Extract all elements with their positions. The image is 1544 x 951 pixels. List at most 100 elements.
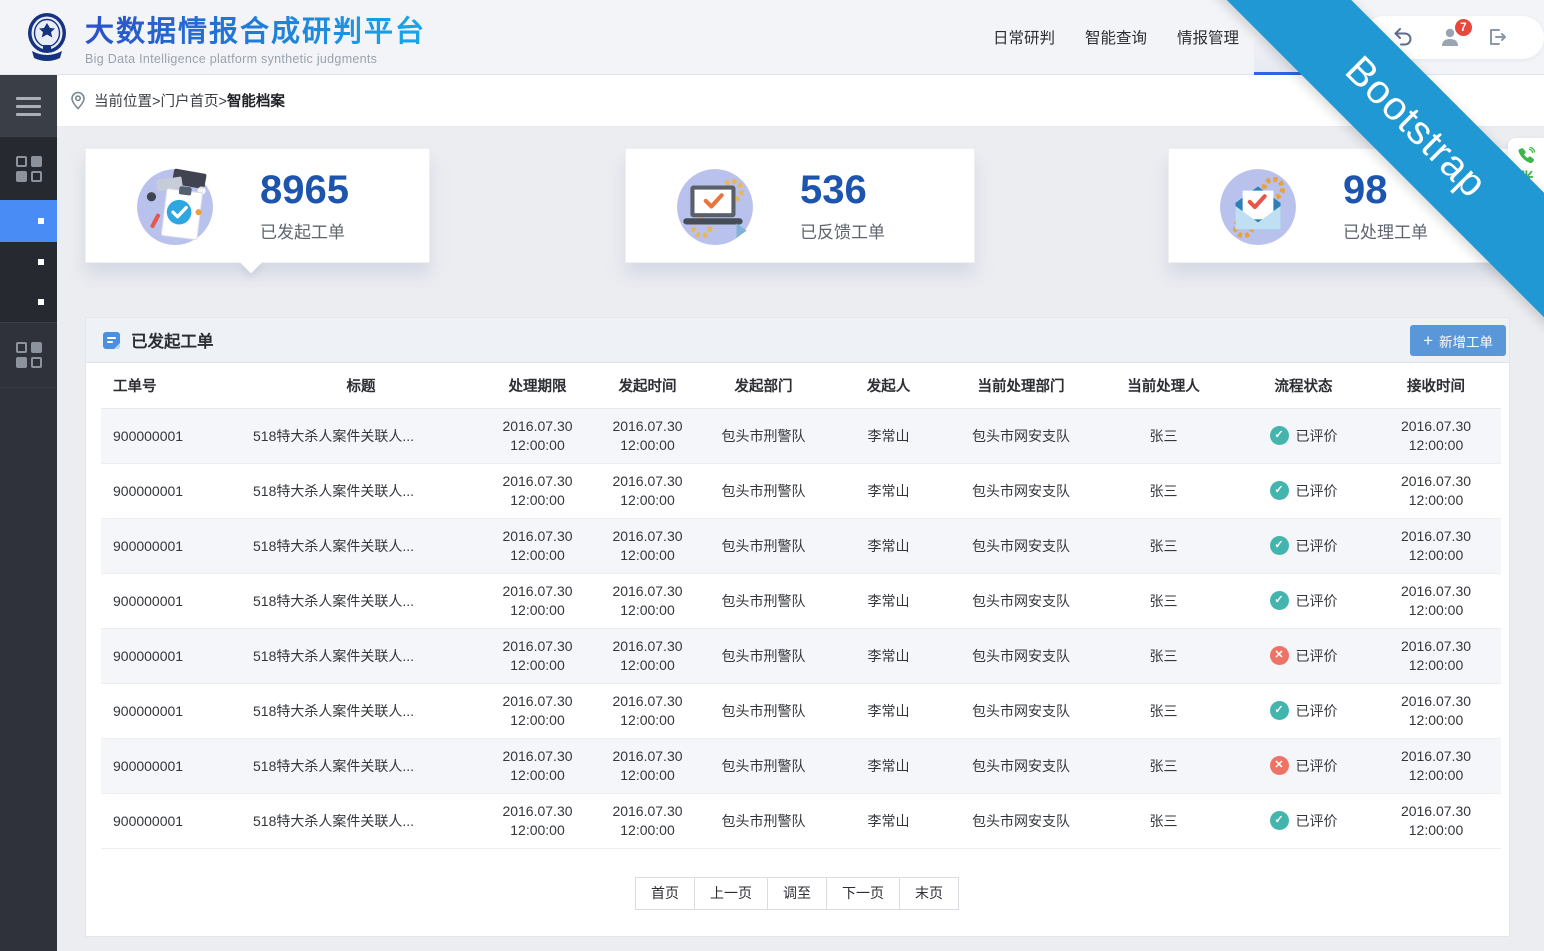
status-icon	[1270, 536, 1289, 555]
cell-order-no: 900000001	[101, 518, 241, 573]
sidebar-subitem-3[interactable]	[0, 282, 57, 322]
status-label: 已评价	[1296, 811, 1338, 831]
table-row[interactable]: 900000001 518特大杀人案件关联人... 2016.07.3012:0…	[101, 573, 1501, 628]
pagination-button[interactable]: 上一页	[694, 877, 768, 910]
cell-title: 518特大杀人案件关联人...	[241, 738, 481, 793]
cell-receive-time: 2016.07.3012:00:00	[1371, 628, 1501, 683]
cell-current-person: 张三	[1091, 683, 1236, 738]
table-row[interactable]: 900000001 518特大杀人案件关联人... 2016.07.3012:0…	[101, 463, 1501, 518]
cell-starter: 李常山	[826, 463, 951, 518]
table-row[interactable]: 900000001 518特大杀人案件关联人... 2016.07.3012:0…	[101, 683, 1501, 738]
sidebar-menu-group-1	[0, 137, 57, 322]
cell-current-person: 张三	[1091, 463, 1236, 518]
cell-deadline: 2016.07.3012:00:00	[481, 518, 594, 573]
cell-current-person: 张三	[1091, 573, 1236, 628]
pagination-button[interactable]: 末页	[899, 877, 959, 910]
table-row[interactable]: 900000001 518特大杀人案件关联人... 2016.07.3012:0…	[101, 793, 1501, 848]
cell-status: 已评价	[1236, 738, 1371, 793]
cell-title: 518特大杀人案件关联人...	[241, 573, 481, 628]
status-label: 已评价	[1296, 426, 1338, 446]
cell-deadline: 2016.07.3012:00:00	[481, 573, 594, 628]
cell-starter: 李常山	[826, 573, 951, 628]
pagination-button[interactable]: 下一页	[826, 877, 900, 910]
stat-value-feedback: 536	[800, 169, 885, 211]
table-row[interactable]: 900000001 518特大杀人案件关联人... 2016.07.3012:0…	[101, 408, 1501, 463]
status-label: 已评价	[1296, 756, 1338, 776]
document-icon	[101, 330, 122, 351]
status-icon	[1270, 646, 1289, 665]
table-row[interactable]: 900000001 518特大杀人案件关联人... 2016.07.3012:0…	[101, 518, 1501, 573]
status-label: 已评价	[1296, 591, 1338, 611]
cell-order-no: 900000001	[101, 628, 241, 683]
pagination-button[interactable]: 调至	[767, 877, 827, 910]
cell-start-time: 2016.07.3012:00:00	[594, 573, 701, 628]
stat-label-initiated: 已发起工单	[260, 218, 349, 243]
stat-card-feedback[interactable]: 536 已反馈工单	[625, 148, 975, 263]
notification-badge: 7	[1454, 18, 1473, 37]
app-window: 大数据情报合成研判平台 Big Data Intelligence platfo…	[0, 0, 1544, 951]
cell-receive-time: 2016.07.3012:00:00	[1371, 738, 1501, 793]
clipboard-check-illustration	[134, 165, 216, 247]
logout-icon[interactable]	[1486, 26, 1508, 48]
column-header: 处理期限	[481, 363, 594, 408]
breadcrumb-trail[interactable]: 当前位置>门户首页>	[94, 90, 227, 111]
column-header: 接收时间	[1371, 363, 1501, 408]
cell-current-dept: 包头市网安支队	[951, 628, 1091, 683]
pagination-button[interactable]: 首页	[635, 877, 695, 910]
cell-deadline: 2016.07.3012:00:00	[481, 628, 594, 683]
nav-tab[interactable]: 日常研判	[978, 0, 1070, 75]
nav-tab[interactable]: 智能查询	[1070, 0, 1162, 75]
column-header: 发起部门	[701, 363, 826, 408]
stat-cards: 8965 已发起工单 536 已反馈工单	[85, 148, 1544, 281]
cell-current-person: 张三	[1091, 408, 1236, 463]
sidebar-subitem-2[interactable]	[0, 242, 57, 282]
cell-order-no: 900000001	[101, 573, 241, 628]
cell-status: 已评价	[1236, 628, 1371, 683]
cell-start-dept: 包头市刑警队	[701, 683, 826, 738]
cell-receive-time: 2016.07.3012:00:00	[1371, 518, 1501, 573]
cell-order-no: 900000001	[101, 408, 241, 463]
table-row[interactable]: 900000001 518特大杀人案件关联人... 2016.07.3012:0…	[101, 738, 1501, 793]
nav-tab-label: 日常研判	[993, 26, 1055, 48]
cell-start-dept: 包头市刑警队	[701, 628, 826, 683]
cell-order-no: 900000001	[101, 463, 241, 518]
cell-starter: 李常山	[826, 408, 951, 463]
stat-value-initiated: 8965	[260, 169, 349, 211]
work-orders-table: 工单号 标题 处理期限 发起时间 发起部门 发起人 当前处理部门	[101, 363, 1501, 849]
cell-current-dept: 包头市网安支队	[951, 683, 1091, 738]
stat-card-initiated[interactable]: 8965 已发起工单	[85, 148, 430, 263]
cell-status: 已评价	[1236, 683, 1371, 738]
sidebar-item-grid-1[interactable]	[0, 137, 57, 200]
status-icon	[1270, 426, 1289, 445]
status-label: 已评价	[1296, 536, 1338, 556]
column-header: 发起时间	[594, 363, 701, 408]
cell-status: 已评价	[1236, 573, 1371, 628]
cell-start-time: 2016.07.3012:00:00	[594, 793, 701, 848]
cell-receive-time: 2016.07.3012:00:00	[1371, 793, 1501, 848]
sidebar-item-grid-2[interactable]	[0, 322, 57, 388]
cell-order-no: 900000001	[101, 793, 241, 848]
cell-receive-time: 2016.07.3012:00:00	[1371, 408, 1501, 463]
sidebar-subitem-1-active[interactable]	[0, 200, 57, 242]
cell-current-dept: 包头市网安支队	[951, 738, 1091, 793]
cell-title: 518特大杀人案件关联人...	[241, 793, 481, 848]
cell-order-no: 900000001	[101, 738, 241, 793]
sidebar-toggle-hamburger-icon[interactable]	[0, 75, 57, 137]
stat-label-feedback: 已反馈工单	[800, 218, 885, 243]
add-work-order-label: 新增工单	[1439, 331, 1493, 351]
cell-start-dept: 包头市刑警队	[701, 738, 826, 793]
column-header: 工单号	[101, 363, 241, 408]
add-work-order-button[interactable]: + 新增工单	[1410, 325, 1506, 356]
table-header-row: 工单号 标题 处理期限 发起时间 发起部门 发起人 当前处理部门	[101, 363, 1501, 408]
table-row[interactable]: 900000001 518特大杀人案件关联人... 2016.07.3012:0…	[101, 628, 1501, 683]
cell-title: 518特大杀人案件关联人...	[241, 518, 481, 573]
cell-status: 已评价	[1236, 793, 1371, 848]
sidebar	[0, 75, 57, 951]
cell-deadline: 2016.07.3012:00:00	[481, 793, 594, 848]
stat-label-processed: 已处理工单	[1343, 218, 1428, 243]
status-label: 已评价	[1296, 646, 1338, 666]
cell-start-time: 2016.07.3012:00:00	[594, 408, 701, 463]
user-notifications-icon[interactable]: 7	[1439, 26, 1461, 48]
cell-current-person: 张三	[1091, 793, 1236, 848]
cell-order-no: 900000001	[101, 683, 241, 738]
